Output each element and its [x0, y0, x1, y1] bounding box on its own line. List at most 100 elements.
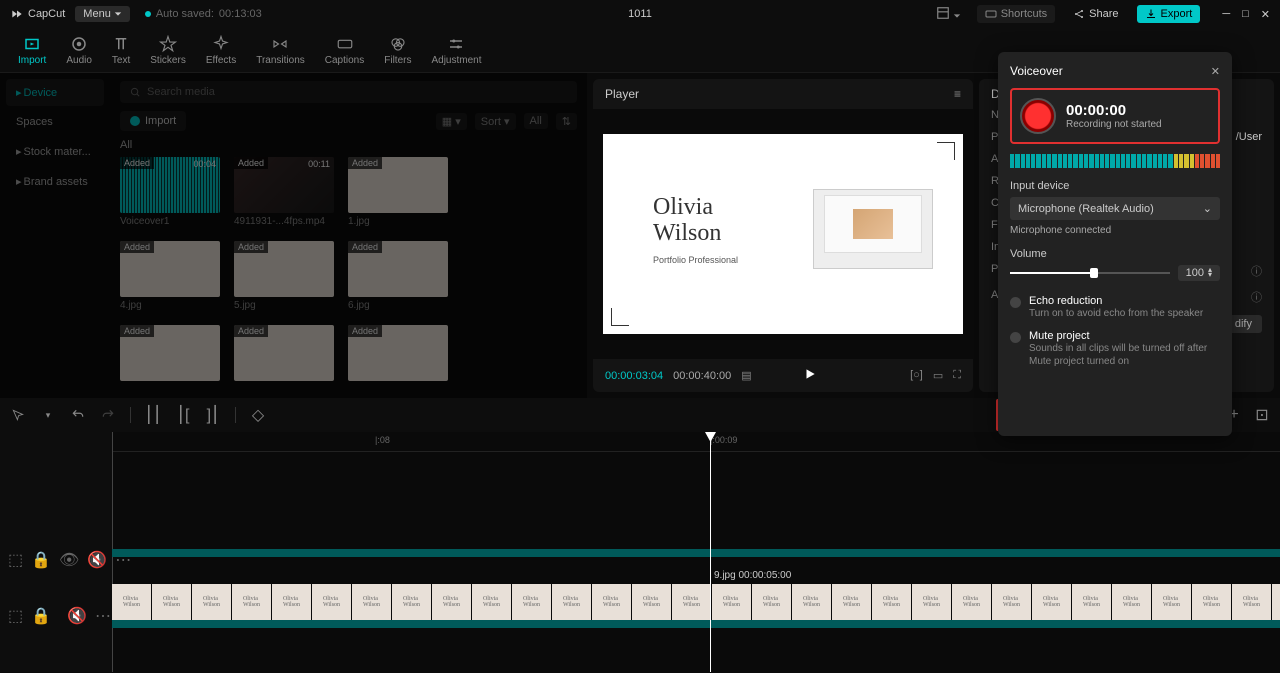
timeline-clip[interactable]: OliviaWilson [552, 584, 592, 620]
timeline-clip[interactable]: OliviaWilson [712, 584, 752, 620]
timeline-clip[interactable]: OliviaWilson [992, 584, 1032, 620]
media-item[interactable]: Added 00:04 Voiceover1 [120, 157, 220, 227]
track-more-icon[interactable]: ⋯ [95, 606, 111, 626]
tab-captions[interactable]: Captions [315, 31, 374, 70]
timeline-clip[interactable]: OliviaWilson [232, 584, 272, 620]
mute-project-option[interactable]: Mute project Sounds in all clips will be… [1010, 330, 1220, 368]
pointer-tool[interactable] [10, 407, 26, 423]
voiceover-close-button[interactable]: ✕ [1211, 65, 1220, 78]
media-item[interactable]: Added [120, 325, 220, 384]
timeline-clip[interactable]: OliviaWilson [272, 584, 312, 620]
fit-button[interactable]: ⊡ [1254, 407, 1270, 423]
video-track[interactable]: OliviaWilsonOliviaWilsonOliviaWilsonOliv… [112, 584, 1280, 620]
track-eye-icon[interactable]: 👁 [59, 550, 79, 570]
volume-slider[interactable] [1010, 272, 1170, 274]
search-input[interactable]: Search media [120, 81, 577, 103]
track-padlock-icon[interactable]: 🔒 [31, 606, 51, 626]
tab-import[interactable]: Import [8, 31, 56, 70]
ratio-button[interactable]: [○] [910, 369, 923, 382]
volume-value[interactable]: 100 ▴▾ [1178, 265, 1220, 281]
timeline-clip[interactable]: OliviaWilson [512, 584, 552, 620]
timeline-clip[interactable]: OliviaWilson [1072, 584, 1112, 620]
timeline-clip[interactable]: OliviaWilson [912, 584, 952, 620]
export-button[interactable]: Export [1137, 5, 1201, 23]
media-item[interactable]: Added 6.jpg [348, 241, 448, 311]
undo-button[interactable] [70, 407, 86, 423]
timeline-clip[interactable]: OliviaWilson [192, 584, 232, 620]
timeline-clip[interactable]: OliviaWilson [1272, 584, 1280, 620]
track-mute-icon[interactable]: 🔇 [67, 606, 87, 626]
player-view[interactable]: OliviaWilson Portfolio Professional [593, 109, 973, 359]
close-button[interactable]: ✕ [1261, 8, 1270, 21]
pointer-dropdown[interactable]: ▾ [40, 407, 56, 423]
track-mute-icon[interactable]: 🔇 [87, 550, 107, 570]
timeline-clip[interactable]: OliviaWilson [792, 584, 832, 620]
media-item[interactable]: Added [348, 325, 448, 384]
track-lock-icon[interactable]: ⬚ [8, 606, 23, 626]
tab-effects[interactable]: Effects [196, 31, 246, 70]
sidebar-item-stock[interactable]: ▸Stock mater... [6, 138, 104, 165]
split-right-button[interactable]: ]⎮ [205, 407, 221, 423]
record-button[interactable] [1020, 98, 1056, 134]
sidebar-item-brand[interactable]: ▸Brand assets [6, 168, 104, 195]
marker-button[interactable]: ◇ [250, 407, 266, 423]
sidebar-item-device[interactable]: ▸Device [6, 79, 104, 106]
menu-button[interactable]: Menu [75, 6, 130, 22]
track-padlock-icon[interactable]: 🔒 [31, 550, 51, 570]
tab-filters[interactable]: Filters [374, 31, 421, 70]
tab-transitions[interactable]: Transitions [246, 31, 315, 70]
media-item[interactable]: Added 1.jpg [348, 157, 448, 227]
maximize-button[interactable]: □ [1242, 8, 1249, 21]
audio-track[interactable] [112, 644, 1280, 672]
timeline-clip[interactable]: OliviaWilson [152, 584, 192, 620]
split-button[interactable]: ⎮⎮ [145, 407, 161, 423]
timeline-clip[interactable]: OliviaWilson [632, 584, 672, 620]
filter-button[interactable]: ⇅ [556, 113, 577, 130]
timeline-clip[interactable]: OliviaWilson [432, 584, 472, 620]
list-view-button[interactable]: ▤ [741, 369, 751, 382]
timeline-clip[interactable]: OliviaWilson [1192, 584, 1232, 620]
tab-text[interactable]: Text [102, 31, 140, 70]
shortcuts-button[interactable]: Shortcuts [977, 5, 1055, 23]
timeline-clip[interactable]: OliviaWilson [312, 584, 352, 620]
media-item[interactable]: Added 5.jpg [234, 241, 334, 311]
timeline-clip[interactable]: OliviaWilson [752, 584, 792, 620]
timeline-clip[interactable]: OliviaWilson [592, 584, 632, 620]
media-item[interactable]: Added 00:11 4911931-...4fps.mp4 [234, 157, 334, 227]
timeline-clip[interactable]: OliviaWilson [952, 584, 992, 620]
tab-audio[interactable]: Audio [56, 31, 102, 70]
minimize-button[interactable]: ─ [1222, 8, 1230, 21]
media-item[interactable]: Added [234, 325, 334, 384]
frame-button[interactable]: ▭ [933, 369, 943, 382]
checkbox-icon[interactable] [1010, 332, 1021, 343]
track-lock-icon[interactable]: ⬚ [8, 550, 23, 570]
sort-button[interactable]: Sort ▾ [475, 113, 516, 130]
timeline-clip[interactable]: OliviaWilson [1112, 584, 1152, 620]
fullscreen-button[interactable]: ⛶ [953, 369, 961, 382]
checkbox-icon[interactable] [1010, 297, 1021, 308]
share-button[interactable]: Share [1065, 5, 1126, 23]
sidebar-item-spaces[interactable]: Spaces [6, 109, 104, 135]
timeline[interactable]: |:08 |:00:09 ⬚ 🔒 👁 🔇 ⋯ ⬚ 🔒 🔇 ⋯ 9.jpg 00:… [0, 432, 1280, 672]
timeline-clip[interactable]: OliviaWilson [1032, 584, 1072, 620]
view-grid-button[interactable]: ▦ ▾ [436, 113, 467, 130]
layout-button[interactable] [930, 3, 967, 26]
timeline-clip[interactable]: OliviaWilson [1232, 584, 1272, 620]
redo-button[interactable] [100, 407, 116, 423]
media-item[interactable]: Added 4.jpg [120, 241, 220, 311]
timeline-clip[interactable]: OliviaWilson [392, 584, 432, 620]
playhead[interactable] [710, 432, 711, 672]
timeline-clip[interactable]: OliviaWilson [832, 584, 872, 620]
input-device-select[interactable]: Microphone (Realtek Audio) ⌄ [1010, 197, 1220, 220]
play-button[interactable] [803, 367, 817, 384]
proxy-info-icon[interactable]: ⓘ [1251, 263, 1262, 279]
import-button[interactable]: Import [120, 111, 186, 131]
timeline-clip[interactable]: OliviaWilson [352, 584, 392, 620]
split-left-button[interactable]: ⎮[ [175, 407, 191, 423]
timeline-clip[interactable]: OliviaWilson [872, 584, 912, 620]
echo-reduction-option[interactable]: Echo reduction Turn on to avoid echo fro… [1010, 295, 1220, 320]
arrange-info-icon[interactable]: ⓘ [1251, 289, 1262, 305]
tab-adjustment[interactable]: Adjustment [421, 31, 491, 70]
player-menu-button[interactable]: ≡ [954, 87, 961, 101]
filter-all-button[interactable]: All [524, 113, 548, 129]
